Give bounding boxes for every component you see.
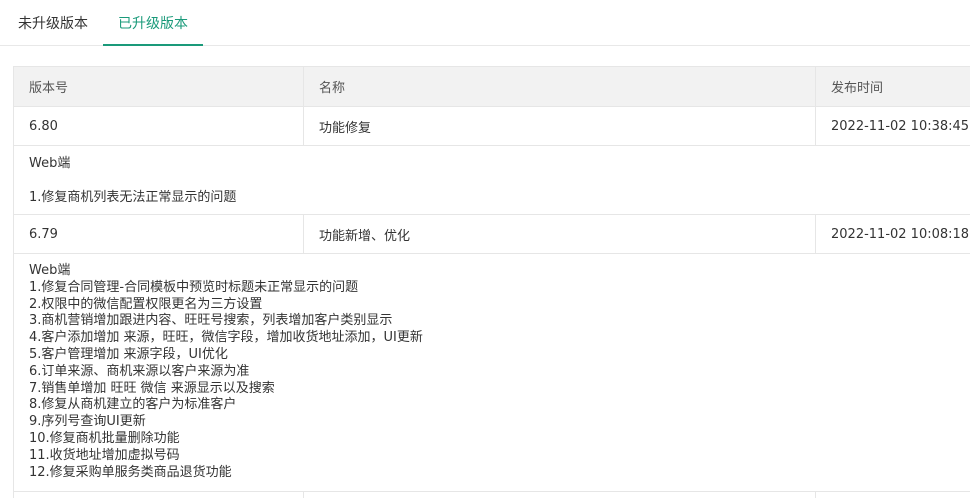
header-release-time: 发布时间: [831, 81, 884, 96]
release-note-line: 9.序列号查询UI更新: [29, 414, 146, 430]
partial-cell: [304, 492, 816, 498]
release-note-line: 11.收货地址增加虚拟号码: [29, 447, 180, 463]
release-note-line: 12.修复采购单服务类商品退货功能: [29, 464, 232, 480]
release-notes: Web端 1.修复合同管理-合同模板中预览时标题未正常显示的问题 2.权限中的微…: [14, 254, 970, 492]
table-row[interactable]: 6.79 功能新增、优化 2022-11-02 10:08:18: [14, 215, 970, 254]
release-note-line: 8.修复从商机建立的客户为标准客户: [29, 397, 237, 413]
version-cell: 6.80: [14, 107, 304, 145]
release-note-line: 1.修复合同管理-合同模板中预览时标题未正常显示的问题: [29, 279, 359, 295]
partial-cell: [14, 492, 304, 498]
release-note-line: 3.商机营销增加跟进内容、旺旺号搜索，列表增加客户类别显示: [29, 313, 393, 329]
table-row[interactable]: 6.80 功能修复 2022-11-02 10:38:45: [14, 107, 970, 146]
release-note-line: 4.客户添加增加 来源，旺旺，微信字段，增加收货地址添加，UI更新: [29, 330, 423, 346]
release-note-line: 5.客户管理增加 来源字段，UI优化: [29, 346, 228, 362]
release-note-line: 2.权限中的微信配置权限更名为三方设置: [29, 296, 263, 312]
name-cell: 功能新增、优化: [304, 215, 816, 253]
release-note-line: 10.修复商机批量删除功能: [29, 430, 180, 446]
version-tabs: 未升级版本 已升级版本: [0, 0, 970, 46]
tab-upgraded[interactable]: 已升级版本: [103, 0, 203, 46]
version-table: 版本号 名称 发布时间 6.80 功能修复 2022-11-02 10:38:4…: [13, 66, 970, 498]
tab-not-upgraded[interactable]: 未升级版本: [18, 0, 88, 46]
header-version: 版本号: [14, 67, 304, 106]
table-header: 版本号 名称 发布时间: [14, 67, 970, 107]
table-row-partial: [14, 492, 970, 498]
release-note-line: 7.销售单增加 旺旺 微信 来源显示以及搜索: [29, 380, 275, 396]
header-name: 名称: [304, 67, 816, 106]
time-cell: 2022-11-02 10:38:45: [831, 118, 970, 134]
version-cell: 6.79: [14, 215, 304, 253]
release-note-line: Web端: [29, 156, 71, 171]
release-note-line: 6.订单来源、商机来源以客户来源为准: [29, 363, 250, 379]
release-note-line: Web端: [29, 263, 71, 278]
release-note-line: 1.修复商机列表无法正常显示的问题: [29, 190, 237, 205]
name-cell: 功能修复: [304, 107, 816, 145]
release-notes: Web端 1.修复商机列表无法正常显示的问题: [14, 146, 970, 215]
time-cell: 2022-11-02 10:08:18: [831, 226, 970, 242]
